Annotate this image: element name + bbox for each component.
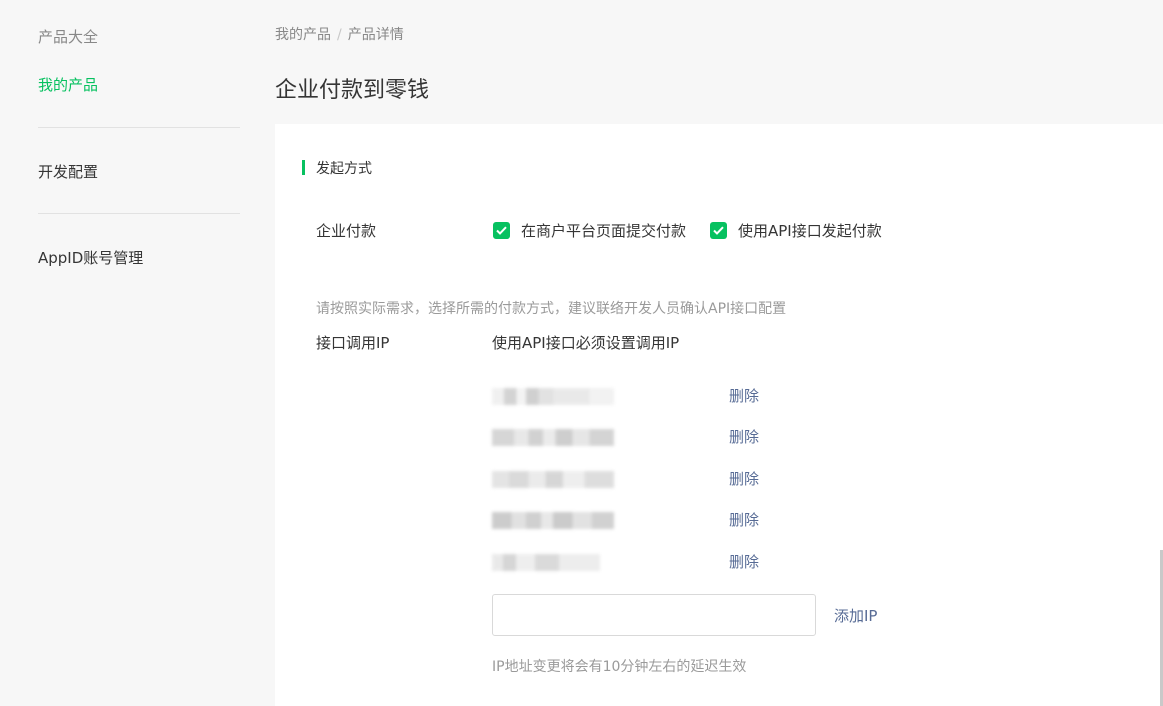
ip-address-redacted [492,471,614,488]
page-title: 企业付款到零钱 [275,78,430,103]
breadcrumb: 我的产品 / 产品详情 [275,24,404,44]
ip-config-description: 使用API接口必须设置调用IP [492,334,680,352]
delete-ip-link[interactable]: 删除 [729,385,759,406]
checkbox-checked-icon[interactable] [493,222,510,239]
ip-input[interactable] [492,594,816,636]
breadcrumb-separator: / [337,27,342,43]
sidebar-item-all-products[interactable]: 产品大全 [38,26,98,47]
sidebar-item-appid-management[interactable]: AppID账号管理 [38,247,143,268]
add-ip-link[interactable]: 添加IP [834,605,877,626]
breadcrumb-parent-link[interactable]: 我的产品 [275,27,331,43]
delete-ip-link[interactable]: 删除 [729,426,759,447]
option-merchant-platform[interactable]: 在商户平台页面提交付款 [493,220,686,241]
breadcrumb-current: 产品详情 [347,27,404,43]
sidebar-item-dev-config[interactable]: 开发配置 [38,161,98,182]
option-label: 在商户平台页面提交付款 [521,222,687,240]
ip-list-item: 删除 [492,468,912,490]
ip-list-item: 删除 [492,385,912,407]
ip-list-item: 删除 [492,509,912,531]
ip-address-redacted [492,554,600,571]
option-label: 使用API接口发起付款 [738,222,882,240]
sidebar: 产品大全 我的产品 开发配置 AppID账号管理 [0,0,260,706]
sidebar-divider [38,127,240,128]
ip-list-item: 删除 [492,426,912,448]
payment-hint: 请按照实际需求，选择所需的付款方式，建议联络开发人员确认API接口配置 [316,301,787,317]
sidebar-divider [38,213,240,214]
ip-address-redacted [492,512,614,529]
payment-label: 企业付款 [316,222,377,240]
ip-address-redacted [492,388,614,405]
delete-ip-link[interactable]: 删除 [729,551,759,572]
sidebar-item-my-products[interactable]: 我的产品 [38,74,98,95]
ip-address-redacted [492,429,614,446]
detail-panel: 发起方式 企业付款 在商户平台页面提交付款 使用API接口发起付款 请按照实际需… [275,124,1163,706]
checkbox-checked-icon[interactable] [710,222,727,239]
ip-config-label: 接口调用IP [316,334,390,352]
section-title: 发起方式 [302,158,372,178]
delete-ip-link[interactable]: 删除 [729,509,759,530]
option-api[interactable]: 使用API接口发起付款 [710,220,882,241]
ip-change-note: IP地址变更将会有10分钟左右的延迟生效 [492,659,747,675]
delete-ip-link[interactable]: 删除 [729,468,759,489]
ip-list-item: 删除 [492,551,912,573]
